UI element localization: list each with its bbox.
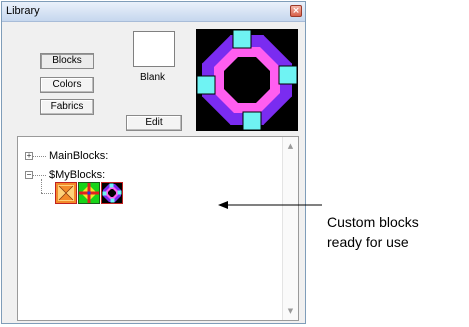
tree-node-mainblocks[interactable]: MainBlocks: <box>49 150 108 162</box>
tree-connector <box>33 156 46 157</box>
annotation-arrow-icon <box>218 201 322 209</box>
ring-block-preview-icon <box>196 29 298 131</box>
scroll-down-icon[interactable]: ▼ <box>283 304 298 318</box>
ring-block-icon[interactable] <box>101 182 123 204</box>
annotation-text: Custom blocks ready for use <box>327 212 419 252</box>
scroll-up-icon[interactable]: ▲ <box>283 139 298 153</box>
tree-connector <box>41 179 42 193</box>
window-title: Library <box>6 5 40 17</box>
close-button[interactable]: × <box>290 5 302 17</box>
cross-block-icon[interactable] <box>78 182 100 204</box>
annotation-line-2: ready for use <box>327 234 409 250</box>
tree-node-myblocks[interactable]: $MyBlocks: <box>49 169 105 181</box>
tree-connector <box>41 193 53 194</box>
annotation-line-1: Custom blocks <box>327 214 419 230</box>
expand-mainblocks-icon[interactable]: + <box>25 152 33 160</box>
library-window: Library × Blocks Colors Fabrics Blank Ed… <box>1 1 306 324</box>
blocks-button[interactable]: Blocks <box>40 53 94 69</box>
edit-button[interactable]: Edit <box>126 115 182 131</box>
block-preview <box>196 29 298 131</box>
blank-block-swatch[interactable] <box>133 31 175 67</box>
tree-connector <box>33 175 46 176</box>
vertical-scrollbar[interactable]: ▲ ▼ <box>282 137 298 320</box>
collapse-myblocks-icon[interactable]: − <box>25 171 33 179</box>
colors-button[interactable]: Colors <box>40 77 94 93</box>
fabrics-button[interactable]: Fabrics <box>40 99 94 115</box>
title-bar: Library × <box>2 2 305 22</box>
hourglass-block-icon[interactable] <box>55 182 77 204</box>
blank-label: Blank <box>140 72 166 83</box>
block-tree-view[interactable]: + MainBlocks: − $MyBlocks: ▲ ▼ <box>17 136 299 321</box>
